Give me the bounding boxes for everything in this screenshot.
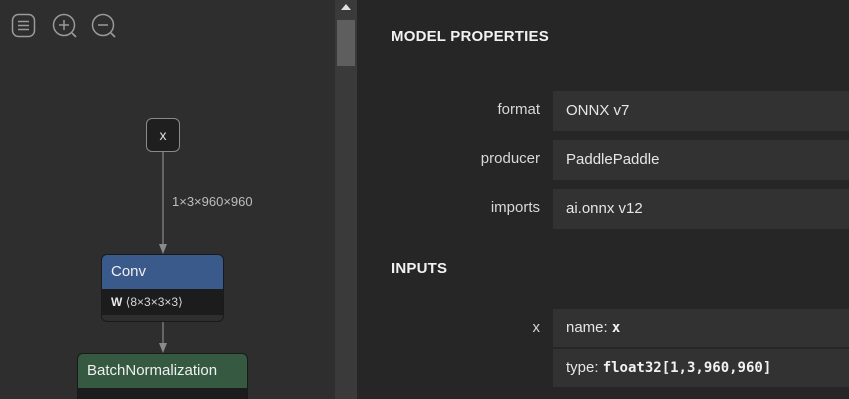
batchnorm-node-body xyxy=(78,388,247,399)
input-type-field: type: float32[1,3,960,960] xyxy=(553,349,849,387)
batchnorm-node[interactable]: BatchNormalization xyxy=(77,353,248,399)
input-node-x[interactable]: x xyxy=(146,118,180,152)
imports-value: ai.onnx v12 xyxy=(553,189,849,229)
input-x-label: x xyxy=(532,319,541,336)
graph-canvas[interactable]: x 1×3×960×960 Conv W ⟨8×3×3×3⟩ BatchNorm… xyxy=(0,0,335,399)
input-type-prefix: type: xyxy=(566,359,603,376)
conv-node-title: Conv xyxy=(102,255,223,289)
format-label: format xyxy=(497,101,540,118)
input-name-field[interactable]: name: x xyxy=(553,309,849,347)
conv-attr-value: ⟨8×3×3×3⟩ xyxy=(125,295,183,309)
imports-label: imports xyxy=(490,199,540,216)
conv-node-attribute: W ⟨8×3×3×3⟩ xyxy=(102,289,223,315)
producer-value: PaddlePaddle xyxy=(553,140,849,180)
input-name-prefix: name: xyxy=(566,319,612,336)
model-properties-title: MODEL PROPERTIES xyxy=(391,28,549,45)
edge-shape-label: 1×3×960×960 xyxy=(172,194,253,209)
properties-panel: MODEL PROPERTIES format ONNX v7 producer… xyxy=(357,0,849,399)
graph-edges xyxy=(159,152,167,353)
input-node-label: x xyxy=(159,127,167,143)
conv-attr-name: W xyxy=(111,295,123,309)
vertical-scrollbar[interactable] xyxy=(335,0,357,399)
conv-node[interactable]: Conv W ⟨8×3×3×3⟩ xyxy=(101,254,224,322)
scroll-up-arrow-icon[interactable] xyxy=(335,0,357,14)
scrollbar-thumb[interactable] xyxy=(337,20,355,66)
inputs-title: INPUTS xyxy=(391,260,448,277)
input-type-value: float32[1,3,960,960] xyxy=(602,360,772,376)
producer-label: producer xyxy=(480,150,540,167)
format-value: ONNX v7 xyxy=(553,91,849,131)
batchnorm-node-title: BatchNormalization xyxy=(78,354,247,388)
input-name-value: x xyxy=(611,320,621,336)
